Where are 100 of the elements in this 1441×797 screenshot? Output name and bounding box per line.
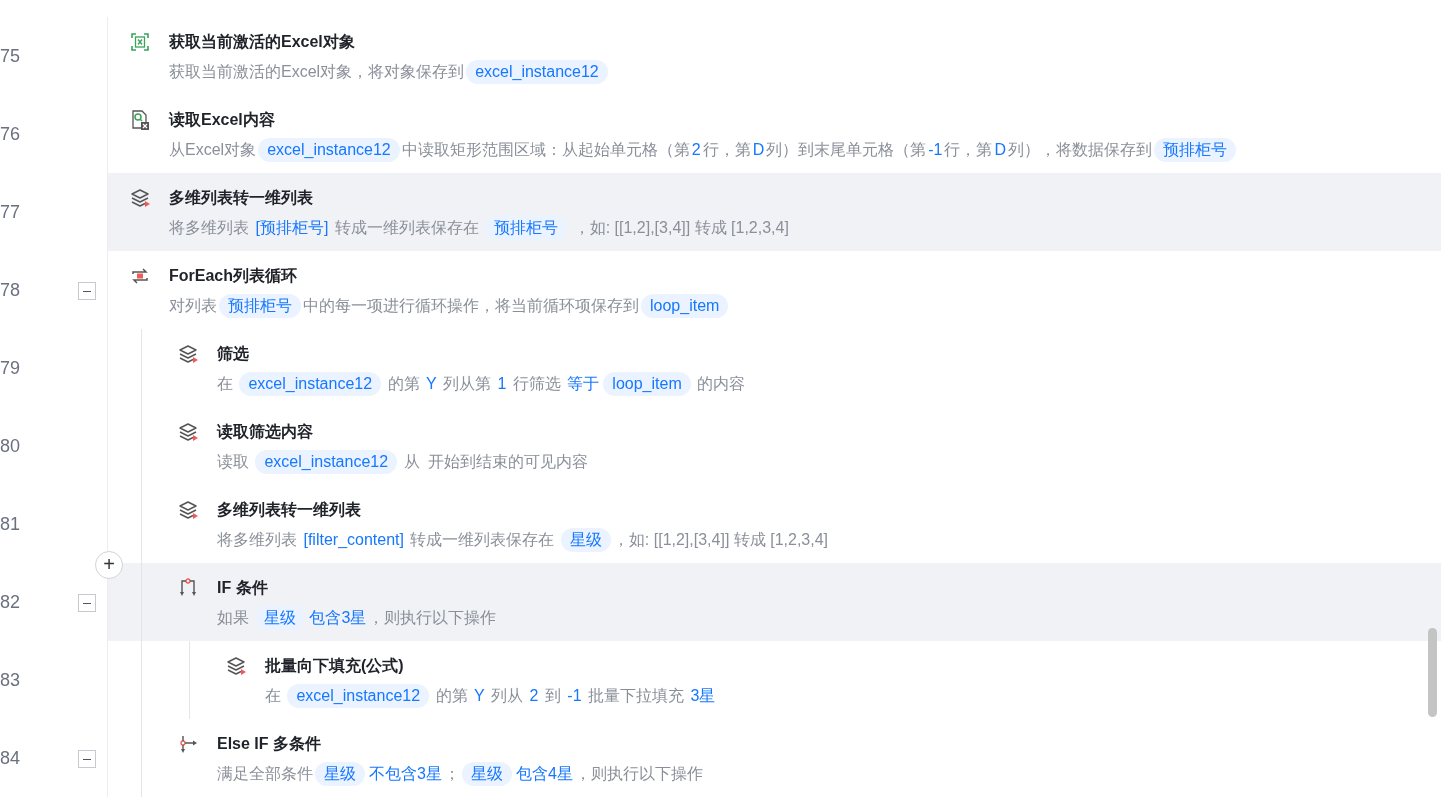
loop-icon	[130, 266, 150, 286]
variable-tag: excel_instance12	[239, 372, 382, 396]
description-text: 行，第	[702, 140, 751, 160]
step-row[interactable]: 读取Excel内容 从Excel对象 excel_instance12 中读取矩形范围区域：从起始单元格（第2行，第 D列）到末尾单元格（第-1行，第 D列），将数据保存到 预排柜号	[108, 95, 1441, 173]
description-text: 将多维列表	[169, 218, 250, 238]
parameter-value: 3星	[690, 686, 716, 706]
line-number: 77	[0, 201, 21, 223]
description-text: 行，第	[944, 140, 993, 160]
description-text: 转成一维列表保存在	[409, 530, 556, 550]
parameter-value: 不包含3星	[369, 764, 442, 784]
parameter-value: -1	[567, 686, 582, 706]
step-row[interactable]: 筛选 在 excel_instance12 的第 Y 列从第 1 行筛选 等于 loop_item 的内容	[108, 329, 1441, 407]
parameter-value: Y	[426, 374, 437, 394]
step-title: IF 条件	[217, 578, 268, 598]
description-text: 转成一维列表保存在	[333, 218, 480, 238]
variable-tag: excel_instance12	[466, 60, 608, 84]
variable-tag: loop_item	[641, 294, 729, 318]
description-text: ，则执行以下操作	[368, 608, 497, 628]
description-text: 读取	[217, 452, 250, 472]
add-step-button[interactable]: +	[95, 551, 123, 579]
step-title: 读取Excel内容	[169, 110, 275, 130]
layers-icon	[130, 188, 150, 208]
step-title: ForEach列表循环	[169, 266, 297, 286]
step-row[interactable]: 获取当前激活的Excel对象 获取当前激活的Excel对象，将对象保存到 excel_instance12	[108, 17, 1441, 95]
variable-tag: 预排柜号	[219, 294, 301, 318]
layers-icon	[178, 422, 198, 442]
step-title: 多维列表转一维列表	[169, 188, 313, 208]
step-title: 获取当前激活的Excel对象	[169, 32, 355, 52]
parameter-value: [预排柜号]	[255, 218, 329, 238]
parameter-value: D	[994, 140, 1007, 160]
step-title: 读取筛选内容	[217, 422, 313, 442]
line-number: 81	[0, 513, 21, 535]
description-text: 如果	[217, 608, 250, 628]
variable-tag: loop_item	[603, 372, 691, 396]
variable-tag: 星级	[315, 762, 365, 786]
line-number: 78	[0, 279, 21, 301]
step-row[interactable]: Else IF 多条件 满足全部条件 星级 不包含3星； 星级 包含4星，则执行以下操作	[108, 719, 1441, 797]
description-text: ，如: [[1,2],[3,4]] 转成 [1,2,3,4]	[572, 218, 789, 238]
parameter-value: -1	[928, 140, 943, 160]
line-number: 75	[0, 45, 21, 67]
step-title: 批量向下填充(公式)	[265, 656, 404, 676]
description-text: 满足全部条件	[217, 764, 313, 784]
parameter-value: [filter_content]	[303, 530, 404, 550]
variable-tag: excel_instance12	[255, 450, 398, 474]
line-number: 82	[0, 591, 21, 613]
description-text: 中的每一项进行循环操作，将当前循环项保存到	[303, 296, 639, 316]
parameter-value: 等于	[567, 374, 600, 394]
description-text: 的第	[434, 686, 469, 706]
collapse-button[interactable]	[78, 594, 96, 612]
step-title: 多维列表转一维列表	[217, 500, 361, 520]
variable-tag: 星级	[255, 606, 306, 630]
description-text: 到	[543, 686, 562, 706]
description-text: 列从	[490, 686, 525, 706]
variable-tag: excel_instance12	[287, 684, 430, 708]
parameter-value: Y	[474, 686, 485, 706]
description-text: 行筛选	[511, 374, 562, 394]
parameter-value: 1	[497, 374, 507, 394]
step-row[interactable]: 多维列表转一维列表 将多维列表 [预排柜号] 转成一维列表保存在 预排柜号 ，如: [[1,2],[3,4]] 转成 [1,2,3,4]	[108, 173, 1441, 251]
line-number: 84	[0, 747, 21, 769]
description-text: 的内容	[696, 374, 746, 394]
parameter-value: 2	[691, 140, 701, 160]
description-text: ，如: [[1,2],[3,4]] 转成 [1,2,3,4]	[612, 530, 829, 550]
description-text: ；	[443, 764, 460, 784]
line-number: 83	[0, 669, 21, 691]
line-number: 80	[0, 435, 21, 457]
layers-icon	[226, 656, 246, 676]
description-text: ，则执行以下操作	[574, 764, 703, 784]
layers-icon	[178, 500, 198, 520]
branch-arrow-icon	[178, 734, 198, 754]
document-search-icon	[130, 110, 150, 130]
description-text: 在	[265, 686, 282, 706]
step-row[interactable]: 读取筛选内容 读取 excel_instance12 从 开始到结束的可见内容	[108, 407, 1441, 485]
step-title: Else IF 多条件	[217, 734, 322, 754]
line-number: 79	[0, 357, 21, 379]
collapse-button[interactable]	[78, 282, 96, 300]
description-text: 列）到末尾单元格（第	[766, 140, 927, 160]
description-text: 的第	[386, 374, 421, 394]
description-text: 批量下拉填充	[587, 686, 686, 706]
description-text: 中读取矩形范围区域：从起始单元格（第	[401, 140, 690, 160]
description-text: 在	[217, 374, 234, 394]
description-text: 列），将数据保存到	[1008, 140, 1153, 160]
parameter-value: D	[752, 140, 765, 160]
variable-tag: 预排柜号	[1154, 138, 1237, 162]
description-text: 对列表	[169, 296, 217, 316]
scrollbar-thumb[interactable]	[1428, 628, 1437, 717]
description-text: 从Excel对象	[169, 140, 257, 160]
description-text: 将多维列表	[217, 530, 298, 550]
parameter-value: 2	[529, 686, 539, 706]
description-text: 获取当前激活的Excel对象，将对象保存到	[169, 62, 465, 82]
step-row[interactable]: 批量向下填充(公式) 在 excel_instance12 的第 Y 列从 2 到 -1 批量下拉填充 3星	[108, 641, 1441, 719]
variable-tag: excel_instance12	[258, 138, 400, 162]
collapse-button[interactable]	[78, 750, 96, 768]
branch-icon	[178, 578, 198, 598]
description-text: 列从第	[442, 374, 493, 394]
variable-tag: 星级	[461, 762, 512, 786]
variable-tag: 预排柜号	[485, 216, 568, 240]
description-text: 从 开始到结束的可见内容	[402, 452, 589, 472]
parameter-value: 包含4星	[515, 764, 573, 784]
step-row[interactable]: ForEach列表循环 对列表 预排柜号 中的每一项进行循环操作，将当前循环项保存到 loop_item	[108, 251, 1441, 329]
excel-icon	[130, 32, 150, 52]
